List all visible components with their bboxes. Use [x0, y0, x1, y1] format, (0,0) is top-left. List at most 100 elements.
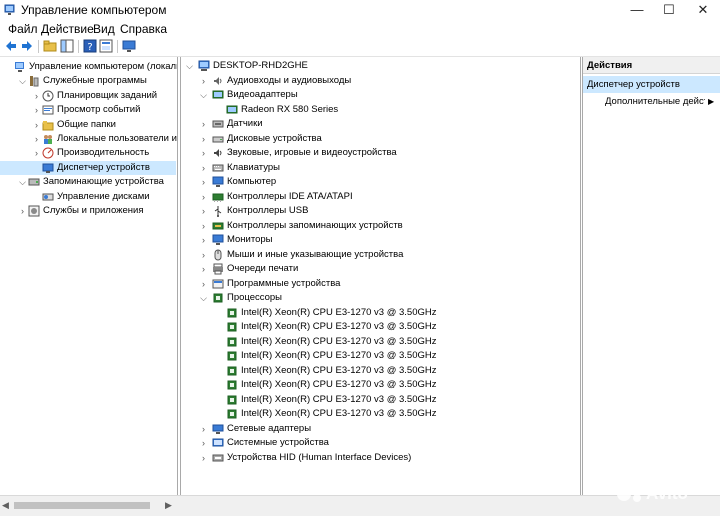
- actions-section-device-manager[interactable]: Диспетчер устройств: [583, 76, 720, 93]
- chevron-right-icon[interactable]: ›: [199, 175, 208, 189]
- toolbar-separator: [117, 40, 118, 53]
- console-tree-item[interactable]: › Службы и приложения: [0, 204, 176, 218]
- chevron-right-icon[interactable]: ›: [199, 422, 208, 436]
- device-tree-item[interactable]: ⌵ Видеоадаптеры: [181, 88, 579, 102]
- device-tree-item-label: Дисковые устройства: [227, 132, 322, 144]
- chevron-right-icon[interactable]: ›: [199, 248, 208, 262]
- chevron-right-icon[interactable]: ›: [32, 89, 41, 103]
- menu-file[interactable]: Файл: [8, 22, 38, 36]
- console-tree-item[interactable]: › Локальные пользователи и гр: [0, 132, 178, 146]
- up-folder-icon[interactable]: [43, 39, 57, 53]
- help-icon[interactable]: ?: [83, 39, 97, 53]
- device-tree-item[interactable]: › Сетевые адаптеры: [181, 422, 579, 436]
- chevron-right-icon[interactable]: ›: [199, 219, 208, 233]
- device-tree-item[interactable]: Intel(R) Xeon(R) CPU E3-1270 v3 @ 3.50GH…: [181, 393, 579, 407]
- more-actions-arrow-icon[interactable]: ▶: [708, 95, 714, 109]
- back-arrow-icon[interactable]: [4, 39, 18, 53]
- chevron-down-icon[interactable]: ⌵: [18, 74, 27, 88]
- console-tree-item-label: Локальные пользователи и гр: [57, 133, 178, 144]
- console-tree-item[interactable]: ⌵ Служебные программы: [0, 74, 176, 88]
- device-tree-item[interactable]: › Мыши и иные указывающие устройства: [181, 248, 579, 262]
- chevron-right-icon[interactable]: ›: [199, 262, 208, 276]
- device-tree-item[interactable]: Intel(R) Xeon(R) CPU E3-1270 v3 @ 3.50GH…: [181, 335, 579, 349]
- console-tree-item[interactable]: ⌵ Запоминающие устройства: [0, 175, 176, 189]
- device-tree-item[interactable]: › Клавиатуры: [181, 161, 579, 175]
- scroll-right-icon[interactable]: ▶: [165, 500, 172, 511]
- chevron-down-icon[interactable]: ⌵: [199, 291, 208, 305]
- chevron-right-icon[interactable]: ›: [199, 146, 208, 160]
- device-tree-item[interactable]: Intel(R) Xeon(R) CPU E3-1270 v3 @ 3.50GH…: [181, 349, 579, 363]
- device-tree-item[interactable]: › Программные устройства: [181, 277, 579, 291]
- chevron-right-icon[interactable]: ›: [199, 436, 208, 450]
- chevron-right-icon[interactable]: ›: [32, 132, 41, 146]
- device-tree-pane[interactable]: ⌵ DESKTOP-RHD2GHE › Аудиовходы и аудиовыход…: [180, 57, 581, 495]
- monitor-icon[interactable]: [122, 39, 136, 53]
- console-tree-item[interactable]: Управление дисками: [0, 190, 176, 204]
- device-tree-item[interactable]: › Контроллеры IDE ATA/ATAPI: [181, 190, 579, 204]
- chevron-right-icon[interactable]: ›: [199, 190, 208, 204]
- maximize-button[interactable]: ☐: [654, 0, 684, 20]
- console-tree-item[interactable]: › Просмотр событий: [0, 103, 176, 117]
- device-tree-item[interactable]: ⌵ Процессоры: [181, 291, 579, 305]
- chevron-right-icon[interactable]: ›: [199, 204, 208, 218]
- scroll-thumb[interactable]: [14, 502, 150, 509]
- title-bar: Управление компьютером — ☐ ✕: [0, 0, 720, 20]
- device-tree-item[interactable]: › Мониторы: [181, 233, 579, 247]
- menu-action[interactable]: Действие: [41, 22, 94, 36]
- properties-icon[interactable]: [99, 39, 113, 53]
- chevron-down-icon[interactable]: ⌵: [18, 175, 27, 189]
- processor-icon: [227, 351, 237, 361]
- horizontal-scrollbar[interactable]: ◀ ▶: [0, 495, 177, 516]
- chevron-right-icon[interactable]: ›: [32, 118, 41, 132]
- device-tree-item[interactable]: Intel(R) Xeon(R) CPU E3-1270 v3 @ 3.50GH…: [181, 378, 579, 392]
- show-hide-tree-icon[interactable]: [60, 39, 74, 53]
- chevron-right-icon[interactable]: ›: [199, 277, 208, 291]
- device-tree-item[interactable]: › Аудиовходы и аудиовыходы: [181, 74, 579, 88]
- chevron-right-icon[interactable]: ›: [32, 146, 41, 160]
- chevron-right-icon[interactable]: ›: [199, 74, 208, 88]
- menu-help[interactable]: Справка: [120, 22, 167, 36]
- device-tree-item-label: Intel(R) Xeon(R) CPU E3-1270 v3 @ 3.50GH…: [241, 306, 437, 318]
- device-tree-item[interactable]: › Контроллеры запоминающих устройств: [181, 219, 579, 233]
- device-tree-item[interactable]: Intel(R) Xeon(R) CPU E3-1270 v3 @ 3.50GH…: [181, 306, 579, 320]
- chevron-right-icon[interactable]: ›: [18, 204, 27, 218]
- console-tree-item[interactable]: Управление компьютером (локальн: [0, 60, 177, 74]
- chevron-right-icon[interactable]: ›: [199, 161, 208, 175]
- console-tree-item[interactable]: Диспетчер устройств: [0, 160, 176, 175]
- device-tree-item[interactable]: Intel(R) Xeon(R) CPU E3-1270 v3 @ 3.50GH…: [181, 364, 579, 378]
- computer-mgmt-icon: [4, 4, 15, 15]
- device-tree-item[interactable]: › Системные устройства: [181, 436, 579, 450]
- device-tree-item-label: Очереди печати: [227, 263, 299, 274]
- forward-arrow-icon[interactable]: [20, 39, 34, 53]
- device-tree-item[interactable]: › Очереди печати: [181, 262, 579, 276]
- console-tree-item[interactable]: › Планировщик заданий: [0, 89, 176, 103]
- chevron-right-icon[interactable]: ›: [199, 451, 208, 465]
- device-tree-item[interactable]: › Контроллеры USB: [181, 204, 579, 218]
- device-tree-item[interactable]: Intel(R) Xeon(R) CPU E3-1270 v3 @ 3.50GH…: [181, 320, 579, 334]
- console-tree-item-label: Диспетчер устройств: [57, 161, 150, 173]
- more-actions-link[interactable]: Дополнительные действия: [605, 95, 705, 109]
- device-tree-item[interactable]: › Устройства HID (Human Interface Devices…: [181, 451, 579, 465]
- chevron-right-icon[interactable]: ›: [32, 103, 41, 117]
- minimize-button[interactable]: —: [622, 0, 652, 20]
- scroll-left-icon[interactable]: ◀: [2, 500, 9, 511]
- device-tree-item[interactable]: Intel(R) Xeon(R) CPU E3-1270 v3 @ 3.50GH…: [181, 407, 579, 421]
- chevron-right-icon[interactable]: ›: [199, 132, 208, 146]
- chevron-down-icon[interactable]: ⌵: [199, 88, 208, 102]
- chevron-right-icon[interactable]: ›: [199, 233, 208, 247]
- console-tree-item[interactable]: › Общие папки: [0, 118, 176, 132]
- console-tree-pane[interactable]: Управление компьютером (локальн ⌵ Служебны…: [0, 57, 178, 495]
- close-button[interactable]: ✕: [688, 0, 718, 20]
- device-tree-item[interactable]: › Дисковые устройства: [181, 132, 579, 146]
- chevron-placeholder: [213, 407, 222, 421]
- menu-view[interactable]: Вид: [93, 22, 115, 36]
- device-tree-item[interactable]: › Звуковые, игровые и видеоустройства: [181, 146, 579, 160]
- device-tree-item[interactable]: ⌵ DESKTOP-RHD2GHE: [181, 59, 579, 73]
- chevron-down-icon[interactable]: ⌵: [185, 59, 194, 73]
- console-tree-item[interactable]: › Производительность: [0, 146, 176, 160]
- chevron-right-icon[interactable]: ›: [199, 117, 208, 131]
- system-device-icon: [212, 438, 224, 447]
- device-tree-item[interactable]: Radeon RX 580 Series: [181, 103, 579, 117]
- device-tree-item[interactable]: › Датчики: [181, 117, 579, 131]
- device-tree-item[interactable]: › Компьютер: [181, 175, 579, 189]
